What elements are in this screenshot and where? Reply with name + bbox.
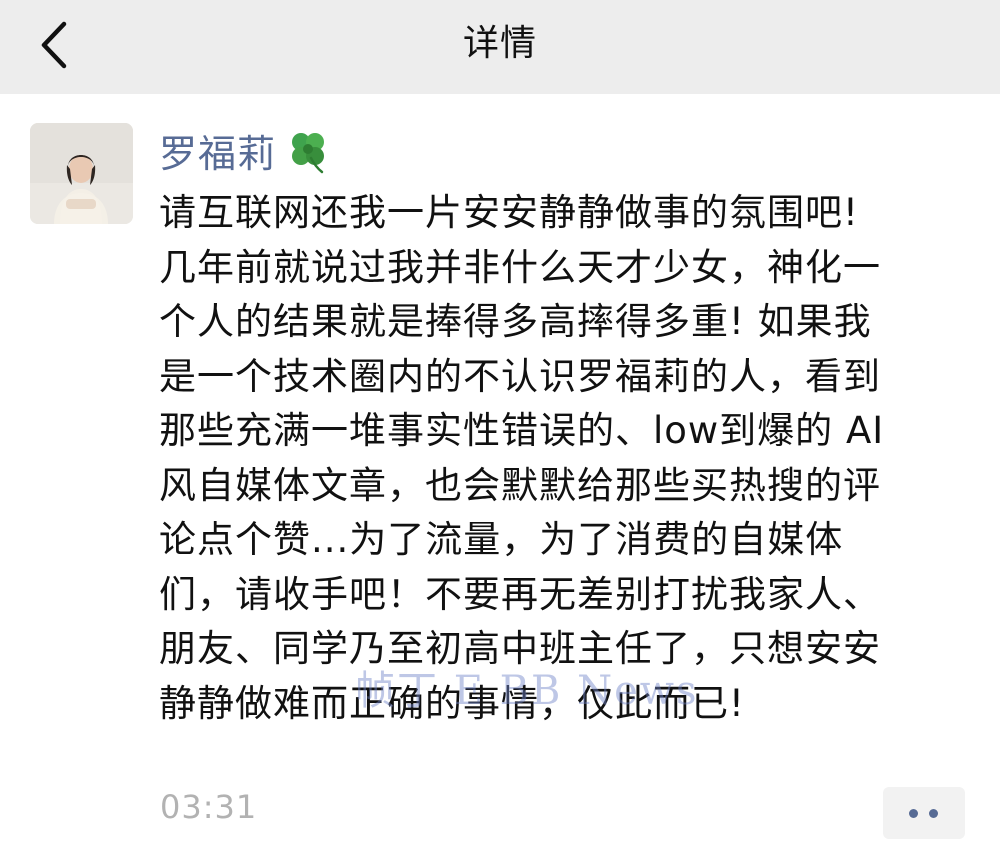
post-content: 请互联网还我一片安安静静做事的氛围吧! 几年前就说过我并非什么天才少女，神化一 … [159, 186, 979, 731]
more-dots-icon [929, 809, 938, 818]
content-line: 静静做难而正确的事情，仅此而已! [159, 681, 745, 725]
more-dots-icon [909, 809, 918, 818]
author-name[interactable]: 罗福莉 [159, 123, 276, 178]
content-line: 风自媒体文章，也会默默给那些买热搜的评 [159, 463, 881, 507]
content-line: 个人的结果就是捧得多高摔得多重! 如果我 [159, 300, 872, 343]
avatar[interactable] [30, 123, 133, 224]
post-time: 03:31 [160, 788, 258, 826]
content-line: 是一个技术圈内的不认识罗福莉的人，看到 [159, 354, 881, 398]
content-line: 几年前就说过我并非什么天才少女，神化一 [159, 245, 881, 289]
content-line: 们，请收手吧！不要再无差别打扰我家人、 [159, 572, 881, 616]
content-line: 朋友、同学乃至初高中班主任了，只想安安 [159, 627, 881, 670]
nav-bar: 详情 [0, 0, 1000, 94]
content-line: 请互联网还我一片安安静静做事的氛围吧! [159, 191, 859, 234]
more-actions-button[interactable] [883, 787, 965, 839]
content-line: 论点个赞...为了流量，为了消费的自媒体 [159, 518, 844, 561]
page-title: 详情 [462, 23, 537, 64]
four-leaf-clover-icon [292, 133, 325, 174]
content-line: 那些充满一堆事实性错误的、low到爆的 AI [159, 409, 885, 452]
author-row: 罗福莉 [159, 122, 332, 178]
